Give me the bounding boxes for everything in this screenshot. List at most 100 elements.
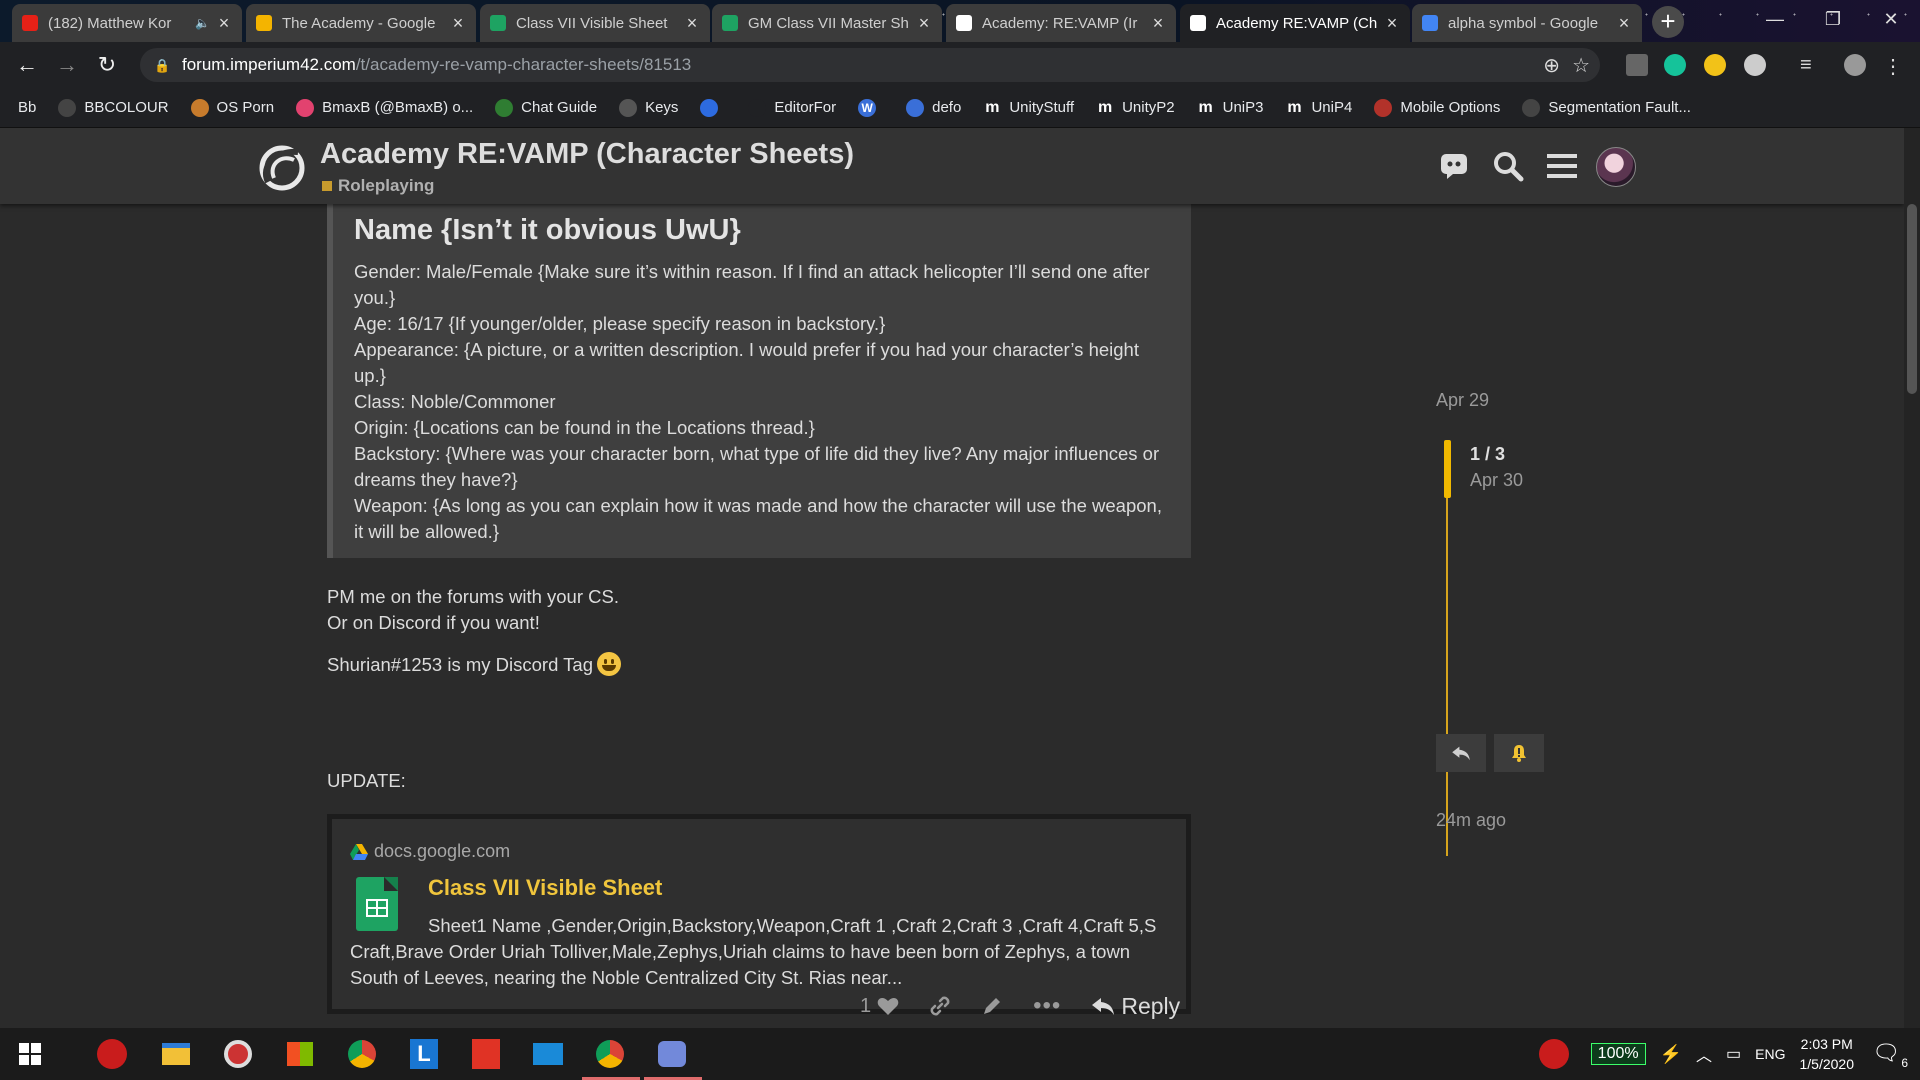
- discord-taskbar-icon[interactable]: [644, 1036, 702, 1080]
- bookmark-item[interactable]: m UnityP2: [1096, 98, 1175, 117]
- file-explorer-icon[interactable]: [158, 1036, 194, 1072]
- browser-tab[interactable]: Academy: RE:VAMP (Ir ×: [946, 4, 1176, 42]
- add-icon[interactable]: ⊕: [1543, 53, 1560, 78]
- bookmark-item[interactable]: OS Porn: [190, 98, 274, 117]
- page-scrollbar[interactable]: [1904, 128, 1920, 1028]
- new-tab-button[interactable]: +: [1652, 6, 1684, 38]
- playlist-icon[interactable]: ≡: [1800, 54, 1822, 76]
- tray-app-icon[interactable]: [1538, 1039, 1569, 1069]
- browser-tab[interactable]: Class VII Visible Sheet ×: [480, 4, 710, 42]
- power-plug-icon[interactable]: ⚡: [1660, 1044, 1682, 1065]
- store-icon[interactable]: [282, 1036, 318, 1072]
- battery-icon[interactable]: ▭: [1726, 1044, 1741, 1064]
- forward-button[interactable]: →: [52, 50, 82, 80]
- bookmark-item[interactable]: Segmentation Fault...: [1522, 98, 1691, 117]
- scroll-thumb[interactable]: [1907, 204, 1917, 394]
- timeline-start-date[interactable]: Apr 29: [1436, 390, 1489, 411]
- chrome-taskbar-icon[interactable]: [344, 1036, 380, 1072]
- windows-start-icon[interactable]: [12, 1036, 48, 1072]
- mail-icon[interactable]: [530, 1036, 566, 1072]
- language-indicator[interactable]: ENG: [1755, 1046, 1785, 1062]
- close-tab-icon[interactable]: ×: [1384, 13, 1400, 34]
- notification-level-button[interactable]: [1494, 734, 1544, 772]
- bookmark-item[interactable]: defo: [906, 98, 961, 117]
- chevron-up-icon[interactable]: ︿: [1696, 1042, 1712, 1066]
- bookmark-item[interactable]: BBCOLOUR: [58, 98, 169, 117]
- key-icon: [619, 98, 638, 117]
- bookmark-item[interactable]: m UnityStuff: [983, 98, 1074, 117]
- sheets-icon: [722, 15, 738, 31]
- drive-icon: [256, 15, 272, 31]
- pm-line-1: PM me on the forums with your CS.: [327, 586, 619, 607]
- reply-button[interactable]: Reply: [1091, 993, 1180, 1020]
- search-icon[interactable]: [1488, 146, 1528, 186]
- browser-tab[interactable]: (182) Matthew Kor 🔈 ×: [12, 4, 242, 42]
- page-title[interactable]: Academy RE:VAMP (Character Sheets): [320, 138, 854, 171]
- bookmark-item[interactable]: m UniP3: [1196, 98, 1263, 117]
- browser-tab[interactable]: Academy RE:VAMP (Ch ×: [1180, 4, 1410, 42]
- media-player-icon[interactable]: [220, 1036, 256, 1072]
- bookmark-item[interactable]: Keys: [619, 98, 678, 117]
- address-bar[interactable]: 🔒 forum.imperium42.com/t/academy-re-vamp…: [140, 48, 1600, 82]
- notification-center-icon[interactable]: 🗨 6: [1872, 1040, 1908, 1070]
- bookmark-item[interactable]: EditorFor: [748, 98, 836, 117]
- close-tab-icon[interactable]: ×: [684, 13, 700, 34]
- profile-avatar[interactable]: [1844, 54, 1866, 76]
- hamburger-menu-icon[interactable]: [1542, 146, 1582, 186]
- close-tab-icon[interactable]: ×: [450, 13, 466, 34]
- back-button[interactable]: ←: [12, 50, 42, 80]
- reload-button[interactable]: ↻: [92, 50, 122, 80]
- close-tab-icon[interactable]: ×: [916, 13, 932, 34]
- app-red-square-icon[interactable]: [468, 1036, 504, 1072]
- bookmark-item[interactable]: W: [858, 98, 884, 117]
- bookmark-item[interactable]: BmaxB (@BmaxB) o...: [296, 98, 474, 117]
- share-link-button[interactable]: [929, 995, 951, 1017]
- system-clock[interactable]: 2:03 PM 1/5/2020: [1800, 1034, 1855, 1074]
- category-label: Roleplaying: [338, 176, 435, 195]
- chrome-active-icon[interactable]: [582, 1036, 640, 1080]
- timeline-track[interactable]: [1446, 440, 1448, 856]
- close-window-button[interactable]: ✕: [1862, 0, 1920, 38]
- user-avatar[interactable]: [1596, 147, 1636, 187]
- bookmark-item[interactable]: Mobile Options: [1374, 98, 1500, 117]
- audio-playing-icon[interactable]: 🔈: [195, 16, 210, 30]
- extension-sun-icon[interactable]: [1704, 54, 1726, 76]
- bookmark-label: BmaxB (@BmaxB) o...: [322, 99, 474, 116]
- battery-percent[interactable]: 100%: [1590, 1043, 1646, 1065]
- app-red-icon[interactable]: [94, 1036, 130, 1072]
- like-button[interactable]: 1: [860, 995, 899, 1018]
- category-badge[interactable]: Roleplaying: [322, 176, 434, 196]
- bookmark-item[interactable]: Chat Guide: [495, 98, 597, 117]
- bookmark-item[interactable]: [700, 98, 726, 117]
- extension-icon[interactable]: [1626, 54, 1648, 76]
- star-icon[interactable]: ☆: [1572, 53, 1590, 78]
- minimize-button[interactable]: —: [1746, 0, 1804, 38]
- close-tab-icon[interactable]: ×: [1616, 13, 1632, 34]
- app-l-icon[interactable]: L: [406, 1036, 442, 1072]
- link-preview-onebox[interactable]: docs.google.com Class VII Visible Sheet …: [327, 814, 1191, 1014]
- timeline-end-date[interactable]: 24m ago: [1436, 810, 1506, 831]
- onebox-title-link[interactable]: Class VII Visible Sheet: [428, 875, 662, 901]
- bookmark-item[interactable]: Bb: [18, 99, 36, 116]
- browser-tab[interactable]: GM Class VII Master Sh ×: [712, 4, 942, 42]
- more-actions-button[interactable]: •••: [1033, 992, 1061, 1020]
- browser-tab[interactable]: The Academy - Google ×: [246, 4, 476, 42]
- m-icon: m: [983, 98, 1002, 117]
- lock-icon: 🔒: [154, 58, 171, 73]
- bookmark-item[interactable]: m UniP4: [1285, 98, 1352, 117]
- close-tab-icon[interactable]: ×: [216, 13, 232, 34]
- discord-icon[interactable]: [1434, 146, 1474, 186]
- timeline-reply-button[interactable]: [1436, 734, 1486, 772]
- grammarly-icon[interactable]: [1664, 54, 1686, 76]
- close-tab-icon[interactable]: ×: [1150, 13, 1166, 34]
- menu-icon[interactable]: ⋮: [1882, 54, 1904, 78]
- template-quote: Name {Isn’t it obvious UwU} Gender: Male…: [327, 204, 1191, 558]
- edit-button[interactable]: [981, 995, 1003, 1017]
- timeline-handle[interactable]: [1444, 440, 1451, 498]
- extension-badge-icon[interactable]: [1744, 54, 1766, 76]
- maximize-button[interactable]: ❐: [1804, 0, 1862, 38]
- onebox-source[interactable]: docs.google.com: [350, 841, 510, 862]
- browser-tab[interactable]: alpha symbol - Google ×: [1412, 4, 1642, 42]
- quote-line-weapon: Weapon: {As long as you can explain how …: [354, 495, 1162, 542]
- site-logo-icon[interactable]: [254, 142, 310, 192]
